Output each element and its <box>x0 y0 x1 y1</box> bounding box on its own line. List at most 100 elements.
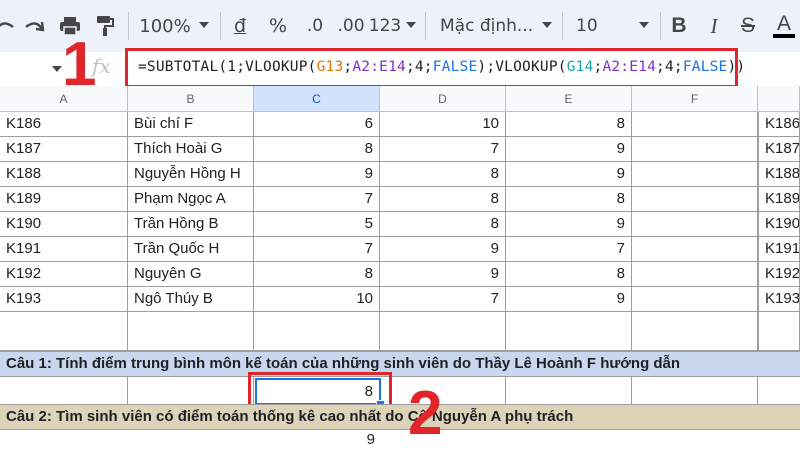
cell-score-d[interactable]: 8 <box>380 187 506 212</box>
cell-name[interactable]: Trần Quốc H <box>128 237 254 262</box>
cell-name[interactable]: Trần Hồng B <box>128 212 254 237</box>
cell-empty[interactable] <box>254 312 380 351</box>
percent-format-button[interactable]: % <box>265 9 291 43</box>
cell-id-g[interactable]: K193 <box>758 287 800 312</box>
cell-empty[interactable] <box>380 377 506 404</box>
column-header-b[interactable]: B <box>128 86 254 112</box>
strikethrough-button[interactable]: S <box>736 9 760 43</box>
cell-empty[interactable] <box>632 377 758 404</box>
increase-decimal-button[interactable]: .00 <box>333 9 369 43</box>
text-color-button[interactable]: A <box>771 9 797 43</box>
cell-score-e[interactable]: 9 <box>506 212 632 237</box>
font-size-caret-icon[interactable] <box>639 22 649 28</box>
formula-input[interactable]: =SUBTOTAL(1;VLOOKUP(G13;A2:E14;4;FALSE);… <box>125 48 745 88</box>
cell-empty-f[interactable] <box>632 112 758 137</box>
zoom-caret-icon[interactable] <box>199 22 209 28</box>
cell-empty-f[interactable] <box>632 237 758 262</box>
cell-id[interactable]: K193 <box>0 287 128 312</box>
undo-icon[interactable] <box>0 9 16 43</box>
cell-empty[interactable] <box>380 312 506 351</box>
cell-empty[interactable] <box>0 312 128 351</box>
cell-score-e[interactable]: 8 <box>506 112 632 137</box>
cell-score-c[interactable]: 7 <box>254 187 380 212</box>
cell-id[interactable]: K192 <box>0 262 128 287</box>
cell-score-d[interactable]: 9 <box>380 262 506 287</box>
cell-id[interactable]: K190 <box>0 212 128 237</box>
cell-empty[interactable] <box>128 377 254 404</box>
cell-score-e[interactable]: 9 <box>506 162 632 187</box>
more-formats-caret-icon[interactable] <box>406 22 416 28</box>
cell-empty-f[interactable] <box>632 187 758 212</box>
cell-id[interactable]: K188 <box>0 162 128 187</box>
question-1-row[interactable]: Câu 1: Tính điểm trung bình môn kế toán … <box>0 351 800 377</box>
cell-name[interactable]: Nguyên G <box>128 262 254 287</box>
decrease-decimal-button[interactable]: .0 <box>300 9 330 43</box>
cell-score-c[interactable]: 6 <box>254 112 380 137</box>
column-header-c[interactable]: C <box>254 86 380 112</box>
cell-score-e[interactable]: 7 <box>506 237 632 262</box>
cell-score-d[interactable]: 7 <box>380 137 506 162</box>
cell-empty-f[interactable] <box>632 287 758 312</box>
bold-button[interactable]: B <box>667 9 691 43</box>
cell-name[interactable]: Bùi chí F <box>128 112 254 137</box>
cell-score-e[interactable]: 9 <box>506 287 632 312</box>
cell-empty[interactable] <box>0 377 128 404</box>
cell-id-g[interactable]: K187 <box>758 137 800 162</box>
cell-id[interactable]: K187 <box>0 137 128 162</box>
column-header-d[interactable]: D <box>380 86 506 112</box>
cell-empty-f[interactable] <box>632 212 758 237</box>
question-2-row[interactable]: Câu 2: Tìm sinh viên có điểm toán thống … <box>0 404 800 430</box>
cell-score-c[interactable]: 8 <box>254 262 380 287</box>
more-formats-button[interactable]: 123 <box>368 9 402 43</box>
cell-name[interactable]: Ngô Thúy B <box>128 287 254 312</box>
column-header-e[interactable]: E <box>506 86 632 112</box>
cell-empty-f[interactable] <box>632 162 758 187</box>
cell-id[interactable]: K191 <box>0 237 128 262</box>
cell-id[interactable]: K186 <box>0 112 128 137</box>
name-box-caret-icon[interactable] <box>52 66 62 72</box>
font-size-select[interactable]: 10 <box>576 9 616 43</box>
formula-part: )) <box>727 59 746 75</box>
cell-empty-f[interactable] <box>632 137 758 162</box>
cell-score-e[interactable]: 8 <box>506 262 632 287</box>
column-header-f[interactable]: F <box>632 86 758 112</box>
cell-name[interactable]: Thích Hoài G <box>128 137 254 162</box>
cell-id-g[interactable]: K191 <box>758 237 800 262</box>
cell-id-g[interactable]: K188 <box>758 162 800 187</box>
cell-score-c[interactable]: 5 <box>254 212 380 237</box>
cell-id[interactable]: K189 <box>0 187 128 212</box>
cell-name[interactable]: Nguyễn Hồng H <box>128 162 254 187</box>
cell-empty[interactable] <box>506 377 632 404</box>
cell-score-d[interactable]: 8 <box>380 162 506 187</box>
font-family-caret-icon[interactable] <box>542 22 552 28</box>
cell-score-c[interactable]: 9 <box>254 162 380 187</box>
cell-score-d[interactable]: 9 <box>380 237 506 262</box>
cell-id-g[interactable]: K192 <box>758 262 800 287</box>
redo-icon[interactable] <box>22 9 48 43</box>
cell-score-e[interactable]: 8 <box>506 187 632 212</box>
cell-empty[interactable] <box>128 312 254 351</box>
formula-part: =SUBTOTAL(1;VLOOKUP( <box>138 59 317 75</box>
cell-name[interactable]: Phạm Ngọc A <box>128 187 254 212</box>
currency-format-button[interactable]: đ <box>228 9 252 43</box>
column-header-g[interactable] <box>758 86 800 112</box>
cell-id-g[interactable]: K190 <box>758 212 800 237</box>
cell-score-d[interactable]: 7 <box>380 287 506 312</box>
cell-empty[interactable] <box>758 312 800 351</box>
currency-label: đ <box>233 15 247 37</box>
cell-empty-f[interactable] <box>632 262 758 287</box>
cell-score-c[interactable]: 8 <box>254 137 380 162</box>
cell-score-c[interactable]: 7 <box>254 237 380 262</box>
cell-id-g[interactable]: K189 <box>758 187 800 212</box>
cell-score-d[interactable]: 10 <box>380 112 506 137</box>
cell-score-e[interactable]: 9 <box>506 137 632 162</box>
cell-empty[interactable] <box>506 312 632 351</box>
cell-id-g[interactable]: K186 <box>758 112 800 137</box>
cell-empty[interactable] <box>632 312 758 351</box>
question-2-result-cell[interactable]: 9 <box>255 431 381 450</box>
zoom-select[interactable]: 100% <box>139 9 190 43</box>
italic-button[interactable]: I <box>702 9 726 43</box>
cell-score-c[interactable]: 10 <box>254 287 380 312</box>
font-family-select[interactable]: Mặc định... <box>440 9 536 43</box>
cell-score-d[interactable]: 8 <box>380 212 506 237</box>
